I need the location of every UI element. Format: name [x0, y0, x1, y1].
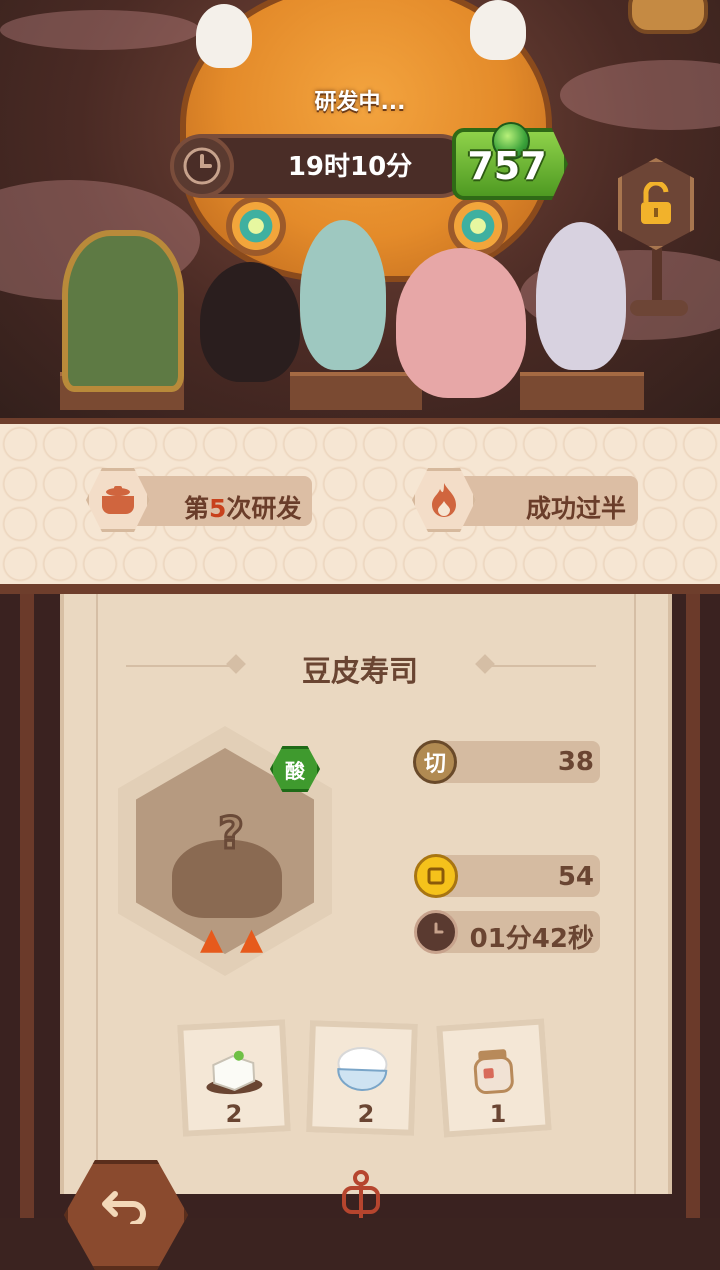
- speedup-cost: 757: [467, 144, 547, 188]
- ingredient-count: 2: [357, 1100, 375, 1128]
- rabbit-figure: [196, 4, 252, 68]
- lock-base: [630, 300, 688, 316]
- display-shelf: [520, 372, 644, 410]
- back-arrow-icon: [102, 1191, 146, 1224]
- cauldron-swirl: [226, 196, 286, 256]
- chinese-knot-icon: [342, 1170, 380, 1218]
- display-shelf: [290, 372, 422, 410]
- character-mirror-lady[interactable]: [62, 230, 184, 392]
- rabbit-figure: [470, 0, 526, 60]
- clock-icon: [414, 910, 458, 954]
- unlock-icon: [641, 182, 671, 224]
- cut-icon: 切: [413, 740, 457, 784]
- question-mark-icon: ?: [217, 807, 246, 861]
- cauldron-swirl: [448, 196, 508, 256]
- ingredient-count: 1: [489, 1100, 507, 1128]
- unlock-button[interactable]: [618, 158, 694, 250]
- character-turban[interactable]: [536, 222, 626, 370]
- clock-icon: [170, 134, 234, 198]
- attempt-label: 第5次研发: [184, 494, 302, 523]
- ingredient-count: 2: [225, 1100, 243, 1128]
- flame-icon: ▲: [240, 922, 264, 957]
- character-sunhat-girl[interactable]: [396, 248, 526, 398]
- progress-label: 成功过半: [526, 494, 627, 523]
- character-dark-hair[interactable]: [200, 262, 300, 382]
- research-timer: 19时10分: [287, 152, 413, 182]
- flame-icon: ▲: [200, 922, 224, 957]
- research-scene: 研发中... 19时10分 757: [0, 0, 720, 420]
- dish-name: 豆皮寿司: [301, 654, 418, 688]
- top-right-button[interactable]: [628, 0, 708, 34]
- coin-value: 54: [557, 862, 594, 892]
- lock-post: [652, 246, 662, 306]
- time-value: 01分42秒: [469, 924, 594, 954]
- character-silver-hair[interactable]: [300, 220, 386, 370]
- cut-value: 38: [557, 747, 594, 777]
- smoke-cloud: [0, 10, 200, 50]
- coin-icon: [414, 854, 458, 898]
- research-status-text: 研发中...: [314, 90, 406, 115]
